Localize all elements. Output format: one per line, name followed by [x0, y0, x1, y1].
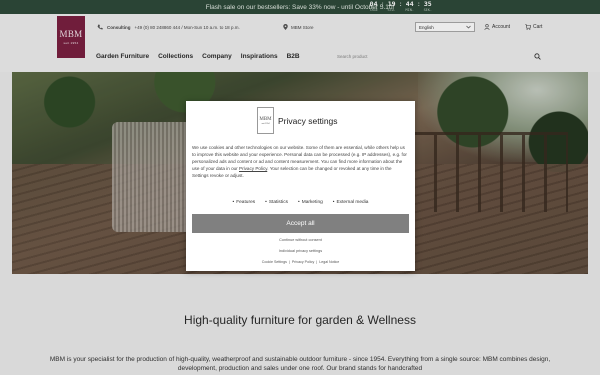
dialog-footer-links: Cookie Settings | Privacy Policy | Legal Not…: [186, 260, 415, 264]
dialog-logo-text: MBM: [259, 116, 272, 122]
category-external-media: External media: [333, 200, 368, 205]
accept-all-button[interactable]: Accept all: [192, 214, 409, 233]
dialog-body: We use cookies and other technologies on…: [192, 144, 409, 179]
legal-notice-link[interactable]: Legal Notice: [319, 260, 339, 264]
link-separator: |: [288, 260, 290, 264]
dialog-logo-subtext: seit 1954: [261, 122, 270, 125]
dialog-title: Privacy settings: [278, 116, 338, 126]
link-separator: |: [316, 260, 318, 264]
privacy-policy-footer-link[interactable]: Privacy Policy: [292, 260, 314, 264]
cookie-categories: Features Statistics Marketing External m…: [186, 200, 415, 205]
privacy-settings-dialog: MBM seit 1954 Privacy settings We use co…: [186, 101, 415, 271]
category-statistics: Statistics: [265, 200, 288, 205]
privacy-policy-link[interactable]: Privacy Policy: [239, 166, 267, 171]
cookie-settings-link[interactable]: Cookie Settings: [262, 260, 287, 264]
dialog-logo: MBM seit 1954: [257, 107, 274, 134]
continue-without-consent-link[interactable]: Continue without consent: [186, 238, 415, 242]
category-marketing: Marketing: [298, 200, 323, 205]
category-features: Features: [233, 200, 255, 205]
individual-settings-link[interactable]: Individual privacy settings: [186, 249, 415, 253]
